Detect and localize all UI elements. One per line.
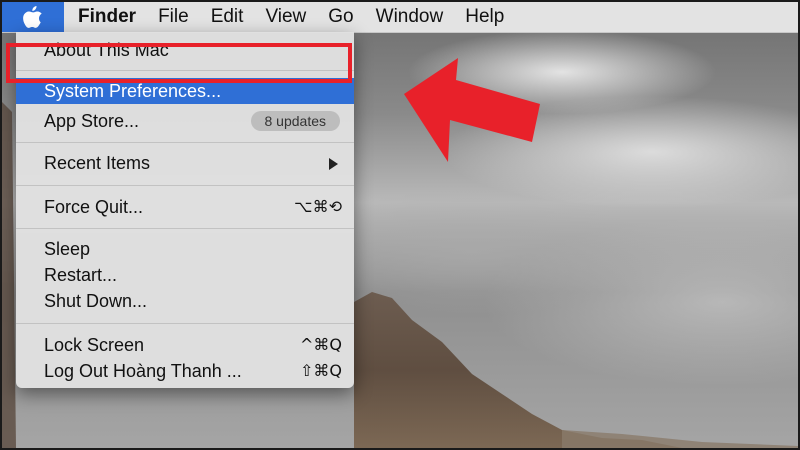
menu-item-app-store[interactable]: App Store... 8 updates (16, 108, 354, 134)
menu-view[interactable]: View (265, 2, 306, 32)
menu-help[interactable]: Help (465, 2, 504, 32)
annotation-highlight-box (6, 43, 352, 83)
menu-go[interactable]: Go (328, 2, 353, 32)
menu-item-label: Recent Items (44, 153, 151, 173)
menu-item-lock-screen[interactable]: Lock Screen ^⌘Q (16, 332, 354, 358)
shortcut-label: ⇧⌘Q (300, 361, 342, 380)
menu-separator (16, 185, 354, 186)
menu-item-label: Force Quit... (44, 197, 144, 217)
menu-separator (16, 323, 354, 324)
menu-item-shut-down[interactable]: Shut Down... (16, 288, 354, 314)
apple-menu-dropdown: About This Mac System Preferences... App… (16, 32, 354, 388)
updates-badge: 8 updates (250, 111, 340, 131)
apple-menu-button[interactable] (2, 2, 64, 32)
screenshot-frame: Finder File Edit View Go Window Help Abo… (0, 0, 800, 450)
annotation-arrow-icon (404, 58, 540, 162)
menu-separator (16, 228, 354, 229)
shortcut-label: ⌥⌘⟲ (294, 197, 342, 216)
shortcut-label: ^⌘Q (300, 335, 342, 354)
menu-bar: Finder File Edit View Go Window Help (2, 2, 798, 33)
submenu-arrow-icon (329, 158, 338, 170)
menu-item-restart[interactable]: Restart... (16, 262, 354, 288)
apple-logo-icon (23, 6, 42, 28)
menu-item-label: Lock Screen (44, 335, 145, 355)
menu-item-label: Log Out Hoàng Thanh ... (44, 361, 242, 381)
menu-file[interactable]: File (158, 2, 189, 32)
menu-item-label: App Store... (44, 111, 140, 131)
menu-separator (16, 142, 354, 143)
menu-item-sleep[interactable]: Sleep (16, 236, 354, 262)
menu-item-label: Shut Down... (44, 291, 148, 311)
menu-edit[interactable]: Edit (211, 2, 244, 32)
menu-finder[interactable]: Finder (78, 2, 136, 32)
menu-item-force-quit[interactable]: Force Quit... ⌥⌘⟲ (16, 194, 354, 220)
menu-item-label: Sleep (44, 239, 91, 259)
menu-item-recent-items[interactable]: Recent Items (16, 150, 354, 176)
menu-window[interactable]: Window (376, 2, 444, 32)
menu-item-label: Restart... (44, 265, 118, 285)
menu-item-log-out[interactable]: Log Out Hoàng Thanh ... ⇧⌘Q (16, 358, 354, 384)
